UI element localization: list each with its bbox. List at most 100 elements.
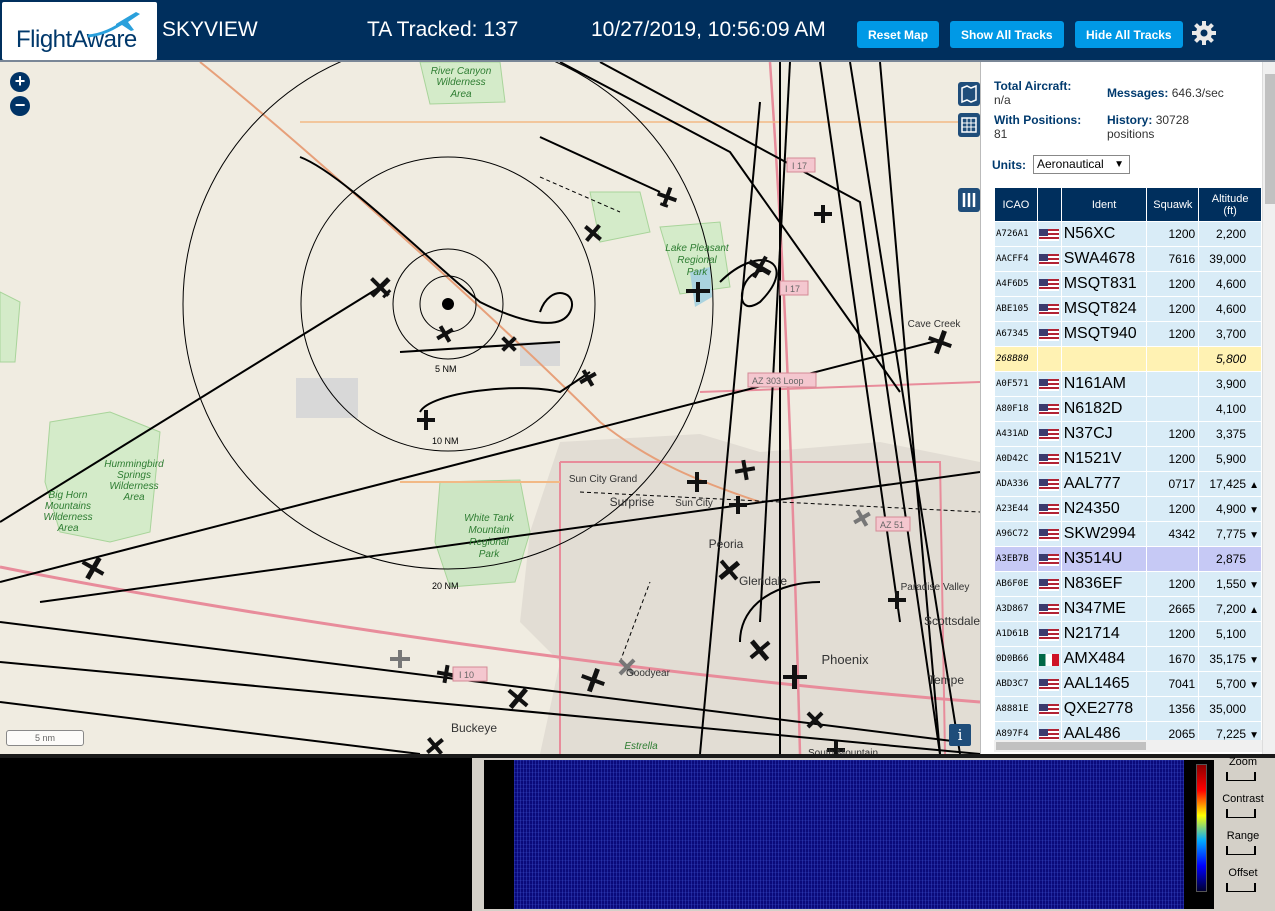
flightaware-logo[interactable]: FlightAware [2,2,157,60]
place-goodyear: Goodyear [626,668,671,679]
hide-all-tracks-button[interactable]: Hide All Tracks [1075,21,1183,48]
table-row[interactable]: A726A1 N56XC 1200 2,200 [994,221,1262,247]
place-big-horn: Big Horn [49,490,88,501]
table-row[interactable]: 268B80 5,800 [994,346,1262,372]
waterfall-display[interactable] [484,760,1214,909]
place-peoria: Peoria [709,537,744,551]
grid-icon[interactable] [958,113,980,137]
ident-cell [1060,346,1148,372]
offset-slider[interactable] [1226,883,1256,892]
zoom-in-button[interactable]: + [10,72,30,92]
gear-icon[interactable] [1191,20,1217,46]
ident-cell: MSQT831 [1060,271,1148,297]
table-row[interactable]: AACFF4 SWA4678 7616 39,000 [994,246,1262,272]
column-header-flag[interactable] [1036,187,1062,222]
altitude-cell: 5,100 [1198,621,1262,647]
contrast-slider[interactable] [1226,809,1256,818]
sidebar-vertical-scrollbar[interactable] [1262,62,1275,754]
table-header-row: ICAO Ident Squawk Altitude (ft) [994,187,1262,222]
altitude-value: 4,900 [1216,502,1247,516]
table-row[interactable]: A0F571 N161AM 3,900 [994,371,1262,397]
us-flag-icon [1039,328,1060,341]
descend-arrow-icon: ▼ [1249,505,1259,516]
us-flag-icon [1039,453,1060,466]
zoom-slider[interactable] [1226,772,1256,781]
table-row[interactable]: A431AD N37CJ 1200 3,375 [994,421,1262,447]
icao-cell: A3D867 [994,596,1038,622]
place-sun-city: Sun City [675,498,713,509]
units-select[interactable]: Aeronautical ▼ [1033,155,1130,174]
table-row[interactable]: A96C72 SKW2994 4342 7,775 ▼ [994,521,1262,547]
descend-arrow-icon: ▼ [1249,580,1259,591]
column-header-altitude[interactable]: Altitude (ft) [1198,187,1262,222]
map-canvas[interactable]: 5 NM 10 NM 20 NM River Canyon Wilderness… [0,62,980,754]
flag-cell [1036,346,1062,372]
table-row[interactable]: 0D0B66 AMX484 1670 35,175 ▼ [994,646,1262,672]
altitude-value: 35,000 [1209,702,1246,716]
icao-cell: ABD3C7 [994,671,1038,697]
squawk-cell [1146,346,1200,372]
table-row[interactable]: ABE105 MSQT824 1200 4,600 [994,296,1262,322]
ident-cell: AAL1465 [1060,671,1148,697]
range-label-20nm: 20 NM [432,581,459,591]
ident-cell: AMX484 [1060,646,1148,672]
table-row[interactable]: A67345 MSQT940 1200 3,700 [994,321,1262,347]
table-row[interactable]: ADA336 AAL777 0717 17,425 ▲ [994,471,1262,497]
stat-positions-value: 81 [994,127,1008,141]
flag-cell [1036,621,1062,647]
stat-history-label: History: [1107,113,1153,127]
zoom-label: Zoom [1228,756,1258,768]
table-row[interactable]: ABD3C7 AAL1465 7041 5,700 ▼ [994,671,1262,697]
descend-arrow-icon: ▼ [1249,530,1259,541]
table-row[interactable]: A0D42C N1521V 1200 5,900 [994,446,1262,472]
map-layers-icon[interactable] [958,82,980,106]
highway-i17-north: I 17 [792,161,807,171]
aircraft-table: ICAO Ident Squawk Altitude (ft) A726A1 N56… [994,187,1262,747]
icao-cell: A3EB7B [994,546,1038,572]
us-flag-icon [1039,503,1060,516]
zoom-out-button[interactable]: − [10,96,30,116]
altitude-value: 5,100 [1215,627,1246,641]
info-button[interactable]: i [949,724,971,746]
highway-i17: I 17 [785,284,800,294]
spectrum-panel: Zoom Contrast Range Offset [0,754,1275,911]
column-header-icao[interactable]: ICAO [994,187,1038,222]
altitude-cell: 7,775 ▼ [1198,521,1262,547]
table-row[interactable]: A23E44 N24350 1200 4,900 ▼ [994,496,1262,522]
table-row[interactable]: A1D61B N21714 1200 5,100 [994,621,1262,647]
table-horizontal-scrollbar[interactable] [994,740,1262,752]
altitude-cell: 5,800 [1198,346,1262,372]
icao-cell: 268B80 [994,346,1038,372]
skyview-app: FlightAware SKYVIEW TA Tracked: 137 10/2… [0,0,1275,911]
flag-cell [1036,371,1062,397]
flag-cell [1036,246,1062,272]
reset-map-button[interactable]: Reset Map [857,21,940,48]
icao-cell: A0F571 [994,371,1038,397]
range-label: Range [1226,830,1260,842]
squawk-cell: 1670 [1146,646,1200,672]
squawk-cell [1146,371,1200,397]
table-row[interactable]: AB6F0E N836EF 1200 1,550 ▼ [994,571,1262,597]
place-tempe: Tempe [928,673,964,687]
columns-icon[interactable] [958,188,980,212]
table-row[interactable]: A4F6D5 MSQT831 1200 4,600 [994,271,1262,297]
icao-cell: AACFF4 [994,246,1038,272]
ident-cell: N3514U [1060,546,1148,572]
table-row[interactable]: A3EB7B N3514U 2,875 [994,546,1262,572]
table-row[interactable]: A3D867 N347ME 2665 7,200 ▲ [994,596,1262,622]
column-header-ident[interactable]: Ident [1060,187,1148,222]
icao-cell: AB6F0E [994,571,1038,597]
offset-label: Offset [1228,867,1258,879]
table-row[interactable]: A8881E QXE2778 1356 35,000 [994,696,1262,722]
svg-text:Mountain: Mountain [468,525,510,536]
squawk-cell [1146,396,1200,422]
column-header-squawk[interactable]: Squawk [1146,187,1200,222]
range-slider[interactable] [1226,846,1256,855]
table-row[interactable]: A80F18 N6182D 4,100 [994,396,1262,422]
mexico-flag-icon [1039,653,1060,666]
us-flag-icon [1039,278,1060,291]
show-all-tracks-button[interactable]: Show All Tracks [950,21,1064,48]
altitude-cell: 5,700 ▼ [1198,671,1262,697]
icao-cell: A1D61B [994,621,1038,647]
map-view[interactable]: 5 NM 10 NM 20 NM River Canyon Wilderness… [0,62,980,754]
